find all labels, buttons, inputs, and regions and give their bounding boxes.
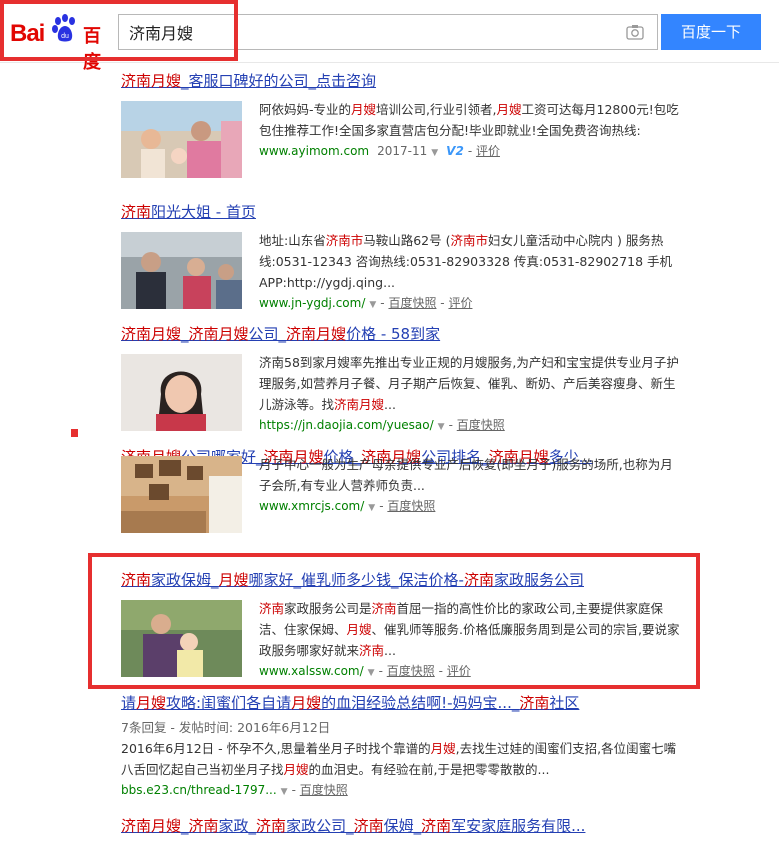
result-url[interactable]: bbs.e23.cn/thread-1797... [121, 783, 277, 797]
result-title-link[interactable]: 请月嫂攻略:闺蜜们各自请月嫂的血泪经验总结啊!-妈妈宝..._济南社区 [121, 692, 681, 713]
dropdown-triangle-icon[interactable]: ▼ [369, 300, 376, 310]
dropdown-triangle-icon[interactable]: ▼ [438, 422, 445, 432]
result-meta: www.ayimom.com 2017-11 ▼ V2- 评价 [259, 144, 500, 158]
result-thumbnail[interactable] [121, 354, 242, 431]
cache-link[interactable]: 百度快照 [300, 783, 348, 797]
search-result: 济南月嫂_济南家政_济南家政公司_济南保姆_济南军安家庭服务有限... [121, 815, 681, 836]
highlight-box-search [0, 0, 238, 61]
result-description: 阿依妈妈-专业的月嫂培训公司,行业引领者,月嫂工资可达每月12800元!包吃包住… [259, 102, 679, 138]
dropdown-triangle-icon[interactable]: ▼ [281, 787, 288, 797]
review-link[interactable]: 评价 [448, 296, 472, 310]
result-title-link[interactable]: 济南月嫂_济南月嫂公司_济南月嫂价格 - 58到家 [121, 323, 681, 344]
dropdown-triangle-icon[interactable]: ▼ [431, 148, 438, 158]
result-url[interactable]: www.ayimom.com [259, 144, 369, 158]
result-title-link[interactable]: 济南月嫂_济南家政_济南家政公司_济南保姆_济南军安家庭服务有限... [121, 815, 681, 836]
highlight-box-result [88, 553, 700, 689]
search-result: 济南月嫂公司哪家好_济南月嫂价格_济南月嫂公司排名_济南月嫂多少... 月子中心… [121, 446, 681, 533]
result-date: 2017-11 [377, 144, 428, 158]
red-marker [71, 429, 78, 437]
result-meta: www.xmrcjs.com/▼ - 百度快照 [259, 499, 436, 513]
result-meta: www.jn-ygdj.com/▼ - 百度快照 - 评价 [259, 296, 473, 310]
result-subinfo: 7条回复 - 发帖时间: 2016年6月12日 [121, 720, 331, 735]
result-title-link[interactable]: 济南阳光大姐 - 首页 [121, 201, 681, 222]
search-button[interactable]: 百度一下 [661, 14, 761, 50]
review-link[interactable]: 评价 [476, 144, 500, 158]
camera-icon[interactable] [625, 22, 645, 42]
search-result: 济南阳光大姐 - 首页 地址:山东省济南市马鞍山路62号 (济南市妇女儿童活动中… [121, 201, 681, 315]
search-result: 济南月嫂_客服口碑好的公司_点击咨询 阿依妈妈-专业的月嫂培训公司,行业引领者,… [121, 70, 681, 178]
result-url[interactable]: www.jn-ygdj.com/ [259, 296, 365, 310]
dropdown-triangle-icon[interactable]: ▼ [368, 503, 375, 513]
result-thumbnail[interactable] [121, 101, 242, 178]
result-thumbnail[interactable] [121, 232, 242, 309]
result-meta: https://jn.daojia.com/yuesao/▼ - 百度快照 [259, 418, 505, 432]
result-meta: bbs.e23.cn/thread-1797... ▼ - 百度快照 [121, 783, 348, 797]
search-result: 请月嫂攻略:闺蜜们各自请月嫂的血泪经验总结啊!-妈妈宝..._济南社区 7条回复… [121, 692, 681, 802]
result-description: 月子中心一般为生产母亲提供专业产后恢复(即坐月子)服务的场所,也称为月子会所,有… [259, 457, 673, 493]
cache-link[interactable]: 百度快照 [387, 499, 435, 513]
search-result: 济南月嫂_济南月嫂公司_济南月嫂价格 - 58到家 济南58到家月嫂率先推出专业… [121, 323, 681, 437]
result-thumbnail[interactable] [121, 456, 242, 533]
cache-link[interactable]: 百度快照 [457, 418, 505, 432]
result-description: 济南58到家月嫂率先推出专业正规的月嫂服务,为产妇和宝宝提供专业月子护理服务,如… [259, 355, 679, 412]
cache-link[interactable]: 百度快照 [388, 296, 436, 310]
result-url[interactable]: https://jn.daojia.com/yuesao/ [259, 418, 434, 432]
result-description: 地址:山东省济南市马鞍山路62号 (济南市妇女儿童活动中心院内 ) 服务热线:0… [259, 233, 673, 290]
v2-badge-icon[interactable]: V2 [446, 144, 464, 158]
result-url[interactable]: www.xmrcjs.com/ [259, 499, 364, 513]
result-description: 2016年6月12日 - 怀孕不久,思量着坐月子时找个靠谱的月嫂,去找生过娃的闺… [121, 741, 677, 777]
result-title-link[interactable]: 济南月嫂_客服口碑好的公司_点击咨询 [121, 70, 681, 91]
